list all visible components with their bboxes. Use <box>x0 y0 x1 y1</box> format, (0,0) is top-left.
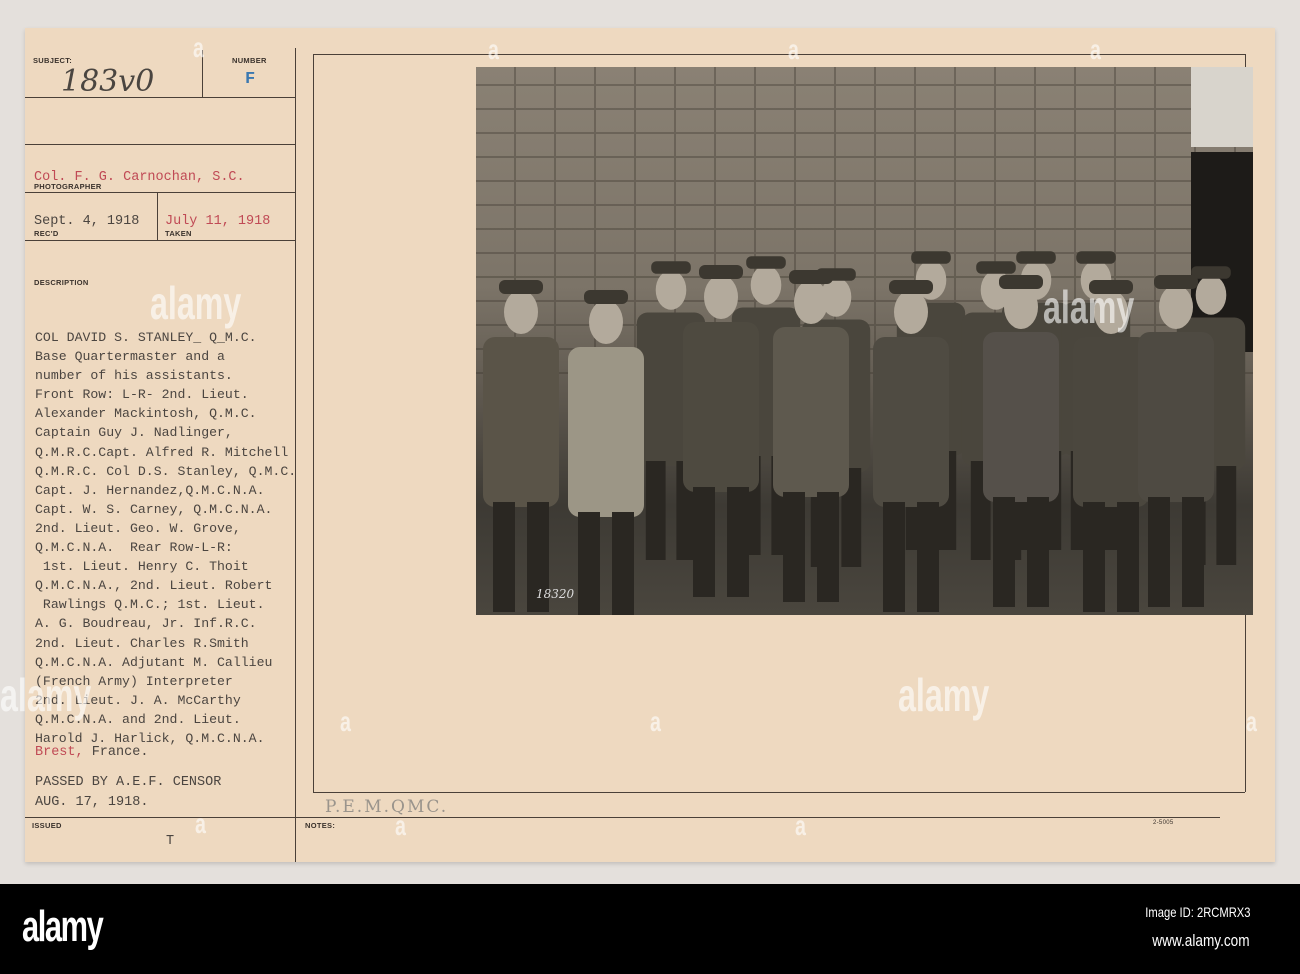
description-line: Q.M.C.N.A. Rear Row-L-R: <box>35 540 233 556</box>
notes-label: NOTES: <box>305 821 336 830</box>
issued-label: ISSUED <box>32 821 62 830</box>
watermark-logo: alamy <box>1043 281 1135 333</box>
frame-top <box>313 54 1245 55</box>
watermark-mark: a <box>1090 34 1101 65</box>
description-line: Rawlings Q.M.C.; 1st. Lieut. <box>35 597 265 613</box>
watermark-mark: a <box>340 706 351 737</box>
recd-value: Sept. 4, 1918 <box>34 214 140 229</box>
description-line: Capt. J. Hernandez,Q.M.C.N.A. <box>35 482 265 498</box>
front-row-officer <box>483 280 559 612</box>
location-line: Brest, France. <box>35 745 148 760</box>
subject-value: 183v0 <box>61 64 155 99</box>
description-line: 1st. Lieut. Henry C. Thoit <box>35 559 249 575</box>
taken-label: TAKEN <box>165 229 192 238</box>
description-line: Alexander Mackintosh, Q.M.C. <box>35 406 257 422</box>
row-divider <box>25 192 295 193</box>
watermark-mark: a <box>1246 706 1257 737</box>
watermark-mark: a <box>650 706 661 737</box>
description-line: 2nd. Lieut. Geo. W. Grove, <box>35 520 241 536</box>
notes-handwritten: P.E.M.QMC. <box>325 797 449 817</box>
watermark-logo: alamy <box>898 669 990 721</box>
censor-line-1: PASSED BY A.E.F. CENSOR <box>35 775 222 790</box>
frame-left <box>313 54 314 792</box>
description-line: Q.M.C.N.A., 2nd. Lieut. Robert <box>35 578 273 594</box>
group-photograph: 18320 <box>476 67 1253 615</box>
watermark-mark: a <box>195 808 206 839</box>
watermark-mark: a <box>193 32 204 63</box>
image-id: Image ID: 2RCMRX3 <box>1144 904 1250 920</box>
frame-bottom <box>313 792 1245 793</box>
watermark-mark: a <box>788 34 799 65</box>
taken-value: July 11, 1918 <box>165 214 271 229</box>
watermark-mark: a <box>395 810 406 841</box>
issued-value: T <box>166 834 175 849</box>
officers-group <box>483 251 1246 615</box>
site-url[interactable]: www.alamy.com <box>1153 931 1250 951</box>
description-line: Capt. W. S. Carney, Q.M.C.N.A. <box>35 501 273 517</box>
description-line: Q.M.R.C. Col D.S. Stanley, Q.M.C. <box>35 463 297 479</box>
description-line: number of his assistants. <box>35 368 233 384</box>
alamy-logo[interactable]: alamy <box>22 902 104 952</box>
description-line: Base Quartermaster and a <box>35 349 225 365</box>
recd-label: REC'D <box>34 229 59 238</box>
watermark-mark: a <box>488 34 499 65</box>
description-line: Captain Guy J. Nadlinger, <box>35 425 233 441</box>
location-country: France. <box>83 745 149 760</box>
description-line: COL DAVID S. STANLEY_ Q_M.C. <box>35 330 257 345</box>
description-line: Front Row: L-R- 2nd. Lieut. <box>35 387 249 403</box>
description-line: Q.M.R.C.Capt. Alfred R. Mitchell <box>35 444 289 460</box>
footer-bar: alamy Image ID: 2RCMRX3 www.alamy.com <box>0 884 1300 974</box>
description-line: 2nd. Lieut. Charles R.Smith <box>35 635 249 651</box>
watermark-mark: a <box>795 810 806 841</box>
number-value: F <box>245 70 256 89</box>
watermark-logo: alamy <box>0 669 92 721</box>
watermark-logo: alamy <box>150 277 242 329</box>
number-label: NUMBER <box>232 56 267 65</box>
row-divider <box>25 240 295 241</box>
censor-line-2: AUG. 17, 1918. <box>35 795 149 810</box>
photo-number: 18320 <box>536 587 575 601</box>
description-line: A. G. Boudreau, Jr. Inf.R.C. <box>35 616 257 632</box>
date-divider <box>157 192 158 240</box>
location-city: Brest, <box>35 745 84 760</box>
row-divider <box>25 144 295 145</box>
photographer-label: PHOTOGRAPHER <box>34 182 102 191</box>
description-label: DESCRIPTION <box>34 278 89 287</box>
form-number: 2-5005 <box>1153 820 1174 826</box>
front-row-officer <box>568 290 644 615</box>
